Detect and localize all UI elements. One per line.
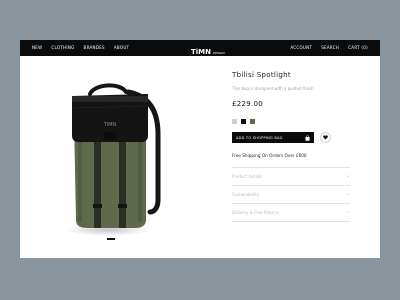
add-to-bag-button[interactable]: ADD TO SHOPPING BAG [232, 132, 314, 143]
accordion-product-details[interactable]: Product Details [232, 167, 350, 185]
product-details-panel: Tbilisi Spotlight This bag is designed w… [232, 72, 350, 222]
product-subtitle: This bag is designed with a quilted fini… [232, 86, 314, 91]
nav-account[interactable]: ACCOUNT [290, 46, 312, 50]
swatch-olive[interactable] [250, 119, 255, 124]
top-navigation-bar: NEW CLOTHING BRANDES ABOUT TiMN DESIGN A… [20, 40, 380, 56]
shipping-note: Free Shipping On Orders Over £600 [232, 153, 307, 158]
nav-search[interactable]: SEARCH [321, 46, 339, 50]
swatch-black[interactable] [241, 119, 246, 124]
heart-icon [323, 135, 328, 140]
accordion-sustainability[interactable]: Sustainability [232, 185, 350, 203]
shopping-bag-icon [305, 134, 310, 141]
product-brand-stamp: TiMN [103, 122, 117, 128]
product-price: £229.00 [232, 100, 264, 108]
product-page: NEW CLOTHING BRANDES ABOUT TiMN DESIGN A… [20, 40, 380, 258]
nav-clothing[interactable]: CLOTHING [51, 46, 74, 50]
accordion-label: Sustainability [232, 192, 260, 197]
swatch-light-gray[interactable] [232, 119, 237, 124]
accordion-delivery-returns[interactable]: Delivery & Free Returns [232, 203, 350, 222]
account-nav: ACCOUNT SEARCH CART (0) [290, 40, 368, 56]
brand-logo-text: TiMN [191, 48, 211, 56]
primary-nav: NEW CLOTHING BRANDES ABOUT [32, 40, 129, 56]
product-image-backpack: TiMN [66, 83, 161, 236]
image-slider-indicator[interactable] [107, 238, 115, 240]
nav-new[interactable]: NEW [32, 46, 42, 50]
chevron-down-icon [346, 175, 350, 178]
product-info-accordion: Product Details Sustainability Delivery … [232, 167, 350, 222]
accordion-label: Delivery & Free Returns [232, 210, 280, 215]
wishlist-button[interactable] [320, 132, 331, 143]
chevron-down-icon [346, 211, 350, 214]
nav-brands[interactable]: BRANDES [84, 46, 105, 50]
color-swatches [232, 119, 350, 124]
chevron-down-icon [346, 193, 350, 196]
brand-logo-subtext: DESIGN [213, 51, 225, 55]
add-to-bag-label: ADD TO SHOPPING BAG [236, 135, 283, 140]
purchase-actions: ADD TO SHOPPING BAG [232, 132, 350, 143]
product-title: Tbilisi Spotlight [232, 71, 291, 79]
accordion-label: Product Details [232, 174, 263, 179]
nav-about[interactable]: ABOUT [114, 46, 129, 50]
nav-cart[interactable]: CART (0) [348, 46, 368, 50]
brand-logo[interactable]: TiMN DESIGN [191, 40, 225, 56]
